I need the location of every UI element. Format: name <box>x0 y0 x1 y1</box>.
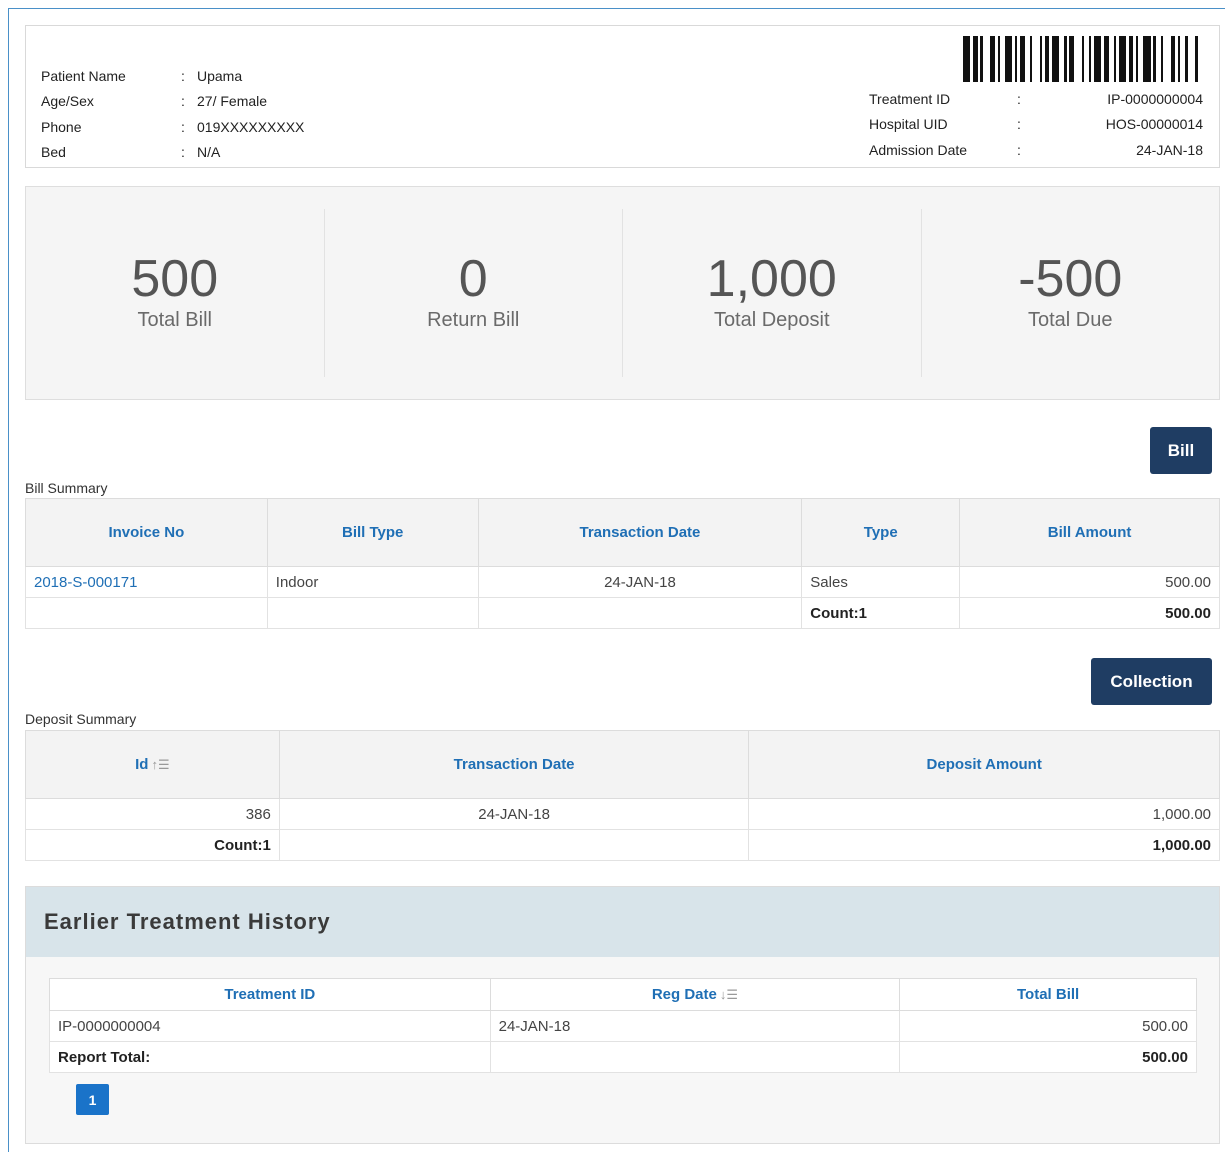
report-total-label: Report Total: <box>49 1041 491 1073</box>
stat-total-due: -500 Total Due <box>1018 250 1123 331</box>
treatment-history-table: Treatment ID Reg Date ↓☰ Total Bill IP-00… <box>49 978 1197 1073</box>
invoice-link[interactable]: 2018-S-000171 <box>25 566 268 598</box>
pagination-page-1[interactable]: 1 <box>76 1084 109 1115</box>
bill-summary-section: Bill Bill Summary Invoice No Bill Type T… <box>25 420 1220 632</box>
stat-return-bill: 0 Return Bill <box>325 209 623 377</box>
col-id[interactable]: Id ↑☰ <box>25 730 280 799</box>
table-footer-row: Count:1 500.00 <box>25 597 1220 629</box>
label-phone: Phone <box>41 118 82 135</box>
barcode-image <box>963 36 1203 82</box>
label-bed: Bed <box>41 144 66 161</box>
patient-name: Upama <box>197 67 243 84</box>
table-row: 386 24-JAN-18 1,000.00 <box>25 798 1220 830</box>
table-row: IP-0000000004 24-JAN-18 500.00 <box>49 1010 1197 1042</box>
label-treatment-id: Treatment ID <box>869 90 951 107</box>
treatment-details: Treatment ID: IP-0000000004 Hospital UID:… <box>869 90 1203 158</box>
col-total-bill[interactable]: Total Bill <box>899 978 1197 1011</box>
table-row: 2018-S-000171 Indoor 24-JAN-18 Sales 500… <box>25 566 1220 598</box>
collection-button[interactable]: Collection <box>1091 658 1212 705</box>
col-treatment-id[interactable]: Treatment ID <box>49 978 491 1011</box>
bill-summary-table: Invoice No Bill Type Transaction Date Ty… <box>25 498 1220 629</box>
sort-asc-icon: ↑☰ <box>151 757 170 772</box>
label-age-sex: Age/Sex <box>41 93 94 110</box>
col-type[interactable]: Type <box>801 498 961 567</box>
col-invoice-no[interactable]: Invoice No <box>25 498 268 567</box>
label-hospital-uid: Hospital UID <box>869 116 948 133</box>
hospital-uid: HOS-00000014 <box>1105 116 1203 133</box>
treatment-id: IP-0000000004 <box>1107 90 1203 107</box>
col-bill-type[interactable]: Bill Type <box>266 498 479 567</box>
col-bill-amount[interactable]: Bill Amount <box>959 498 1220 567</box>
bill-button[interactable]: Bill <box>1150 427 1212 474</box>
report-total: 500.00 <box>899 1041 1197 1073</box>
sort-desc-icon: ↓☰ <box>719 987 739 1002</box>
col-deposit-amount[interactable]: Deposit Amount <box>748 730 1220 799</box>
bill-total: 500.00 <box>959 597 1220 629</box>
admission-date: 24-JAN-18 <box>1136 141 1203 158</box>
stat-total-deposit: 1,000 Total Deposit <box>623 209 922 377</box>
deposit-summary-section: Collection Deposit Summary Id ↑☰ Transact… <box>25 652 1220 864</box>
deposit-summary-title: Deposit Summary <box>25 711 137 727</box>
bill-stats-panel: 500 Total Bill 0 Return Bill 1,000 Total De… <box>25 186 1220 400</box>
patient-details: Patient Name: Upama Age/Sex:27/ Female Ph… <box>41 67 305 161</box>
label-admission-date: Admission Date <box>869 141 968 158</box>
col-transaction-date[interactable]: Transaction Date <box>477 498 803 567</box>
treatment-history-panel: Earlier Treatment History Treatment ID R… <box>25 886 1220 1144</box>
stat-total-bill: 500 Total Bill <box>26 209 325 377</box>
table-footer-row: Count:1 1,000.00 <box>25 829 1220 861</box>
treatment-history-title: Earlier Treatment History <box>26 887 1219 957</box>
bill-summary-title: Bill Summary <box>25 480 108 496</box>
deposit-total: 1,000.00 <box>748 829 1220 861</box>
bill-count: Count:1 <box>801 597 961 629</box>
patient-age-sex: 27/ Female <box>197 93 268 110</box>
col-transaction-date[interactable]: Transaction Date <box>278 730 750 799</box>
col-reg-date[interactable]: Reg Date ↓☰ <box>489 978 901 1011</box>
table-footer-row: Report Total: 500.00 <box>49 1041 1197 1073</box>
label-patient-name: Patient Name <box>41 67 126 84</box>
patient-bed: N/A <box>197 144 221 161</box>
deposit-summary-table: Id ↑☰ Transaction Date Deposit Amount 386… <box>25 730 1220 861</box>
deposit-count: Count:1 <box>25 829 280 861</box>
patient-phone: 019XXXXXXXXX <box>197 118 305 135</box>
patient-info-card: Patient Name: Upama Age/Sex:27/ Female Ph… <box>25 25 1220 168</box>
